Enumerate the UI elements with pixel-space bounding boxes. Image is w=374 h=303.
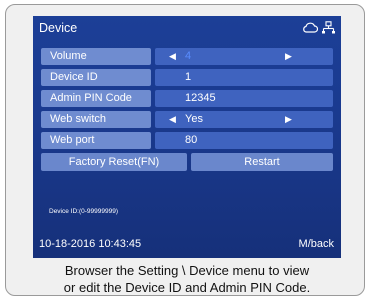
device-id-value: 1	[185, 71, 192, 83]
arrow-right-icon[interactable]: ▶	[285, 111, 292, 128]
back-button[interactable]: M/back	[299, 238, 334, 250]
admin-pin-value: 12345	[185, 92, 216, 104]
web-port-value: 80	[185, 134, 198, 146]
status-icons	[302, 19, 335, 35]
web-switch-value: Yes	[185, 113, 203, 125]
row-label-device-id: Device ID	[41, 69, 151, 86]
admin-pin-field[interactable]: 12345	[155, 90, 333, 107]
row-label-web-port: Web port	[41, 132, 151, 149]
caption-line-2: or edit the Device ID and Admin PIN Code…	[63, 280, 311, 295]
caption-line-1: Browser the Setting \ Device menu to vie…	[64, 263, 310, 278]
caption: Browser the Setting \ Device menu to vie…	[0, 262, 374, 296]
web-switch-selector[interactable]: ◀ Yes ▶	[155, 111, 333, 128]
web-port-field[interactable]: 80	[155, 132, 333, 149]
row-label-admin-pin: Admin PIN Code	[41, 90, 151, 107]
restart-button[interactable]: Restart	[191, 153, 333, 171]
arrow-right-icon[interactable]: ▶	[285, 48, 292, 65]
volume-value: 4	[185, 50, 192, 62]
device-screen: Device Volume ◀ 4 ▶ Device ID 1 Admin PI…	[33, 16, 341, 258]
arrow-left-icon[interactable]: ◀	[169, 111, 176, 128]
arrow-left-icon[interactable]: ◀	[169, 48, 176, 65]
volume-selector[interactable]: ◀ 4 ▶	[155, 48, 333, 65]
device-id-hint: Device ID:(0-99999999)	[49, 208, 119, 215]
row-label-volume: Volume	[41, 48, 151, 65]
factory-reset-button[interactable]: Factory Reset(FN)	[41, 153, 187, 171]
row-label-web-switch: Web switch	[41, 111, 151, 128]
screen-title: Device	[39, 21, 78, 35]
device-id-field[interactable]: 1	[155, 69, 333, 86]
network-icon	[322, 20, 335, 33]
cloud-icon	[303, 22, 318, 33]
datetime-display: 10-18-2016 10:43:45	[39, 238, 142, 250]
